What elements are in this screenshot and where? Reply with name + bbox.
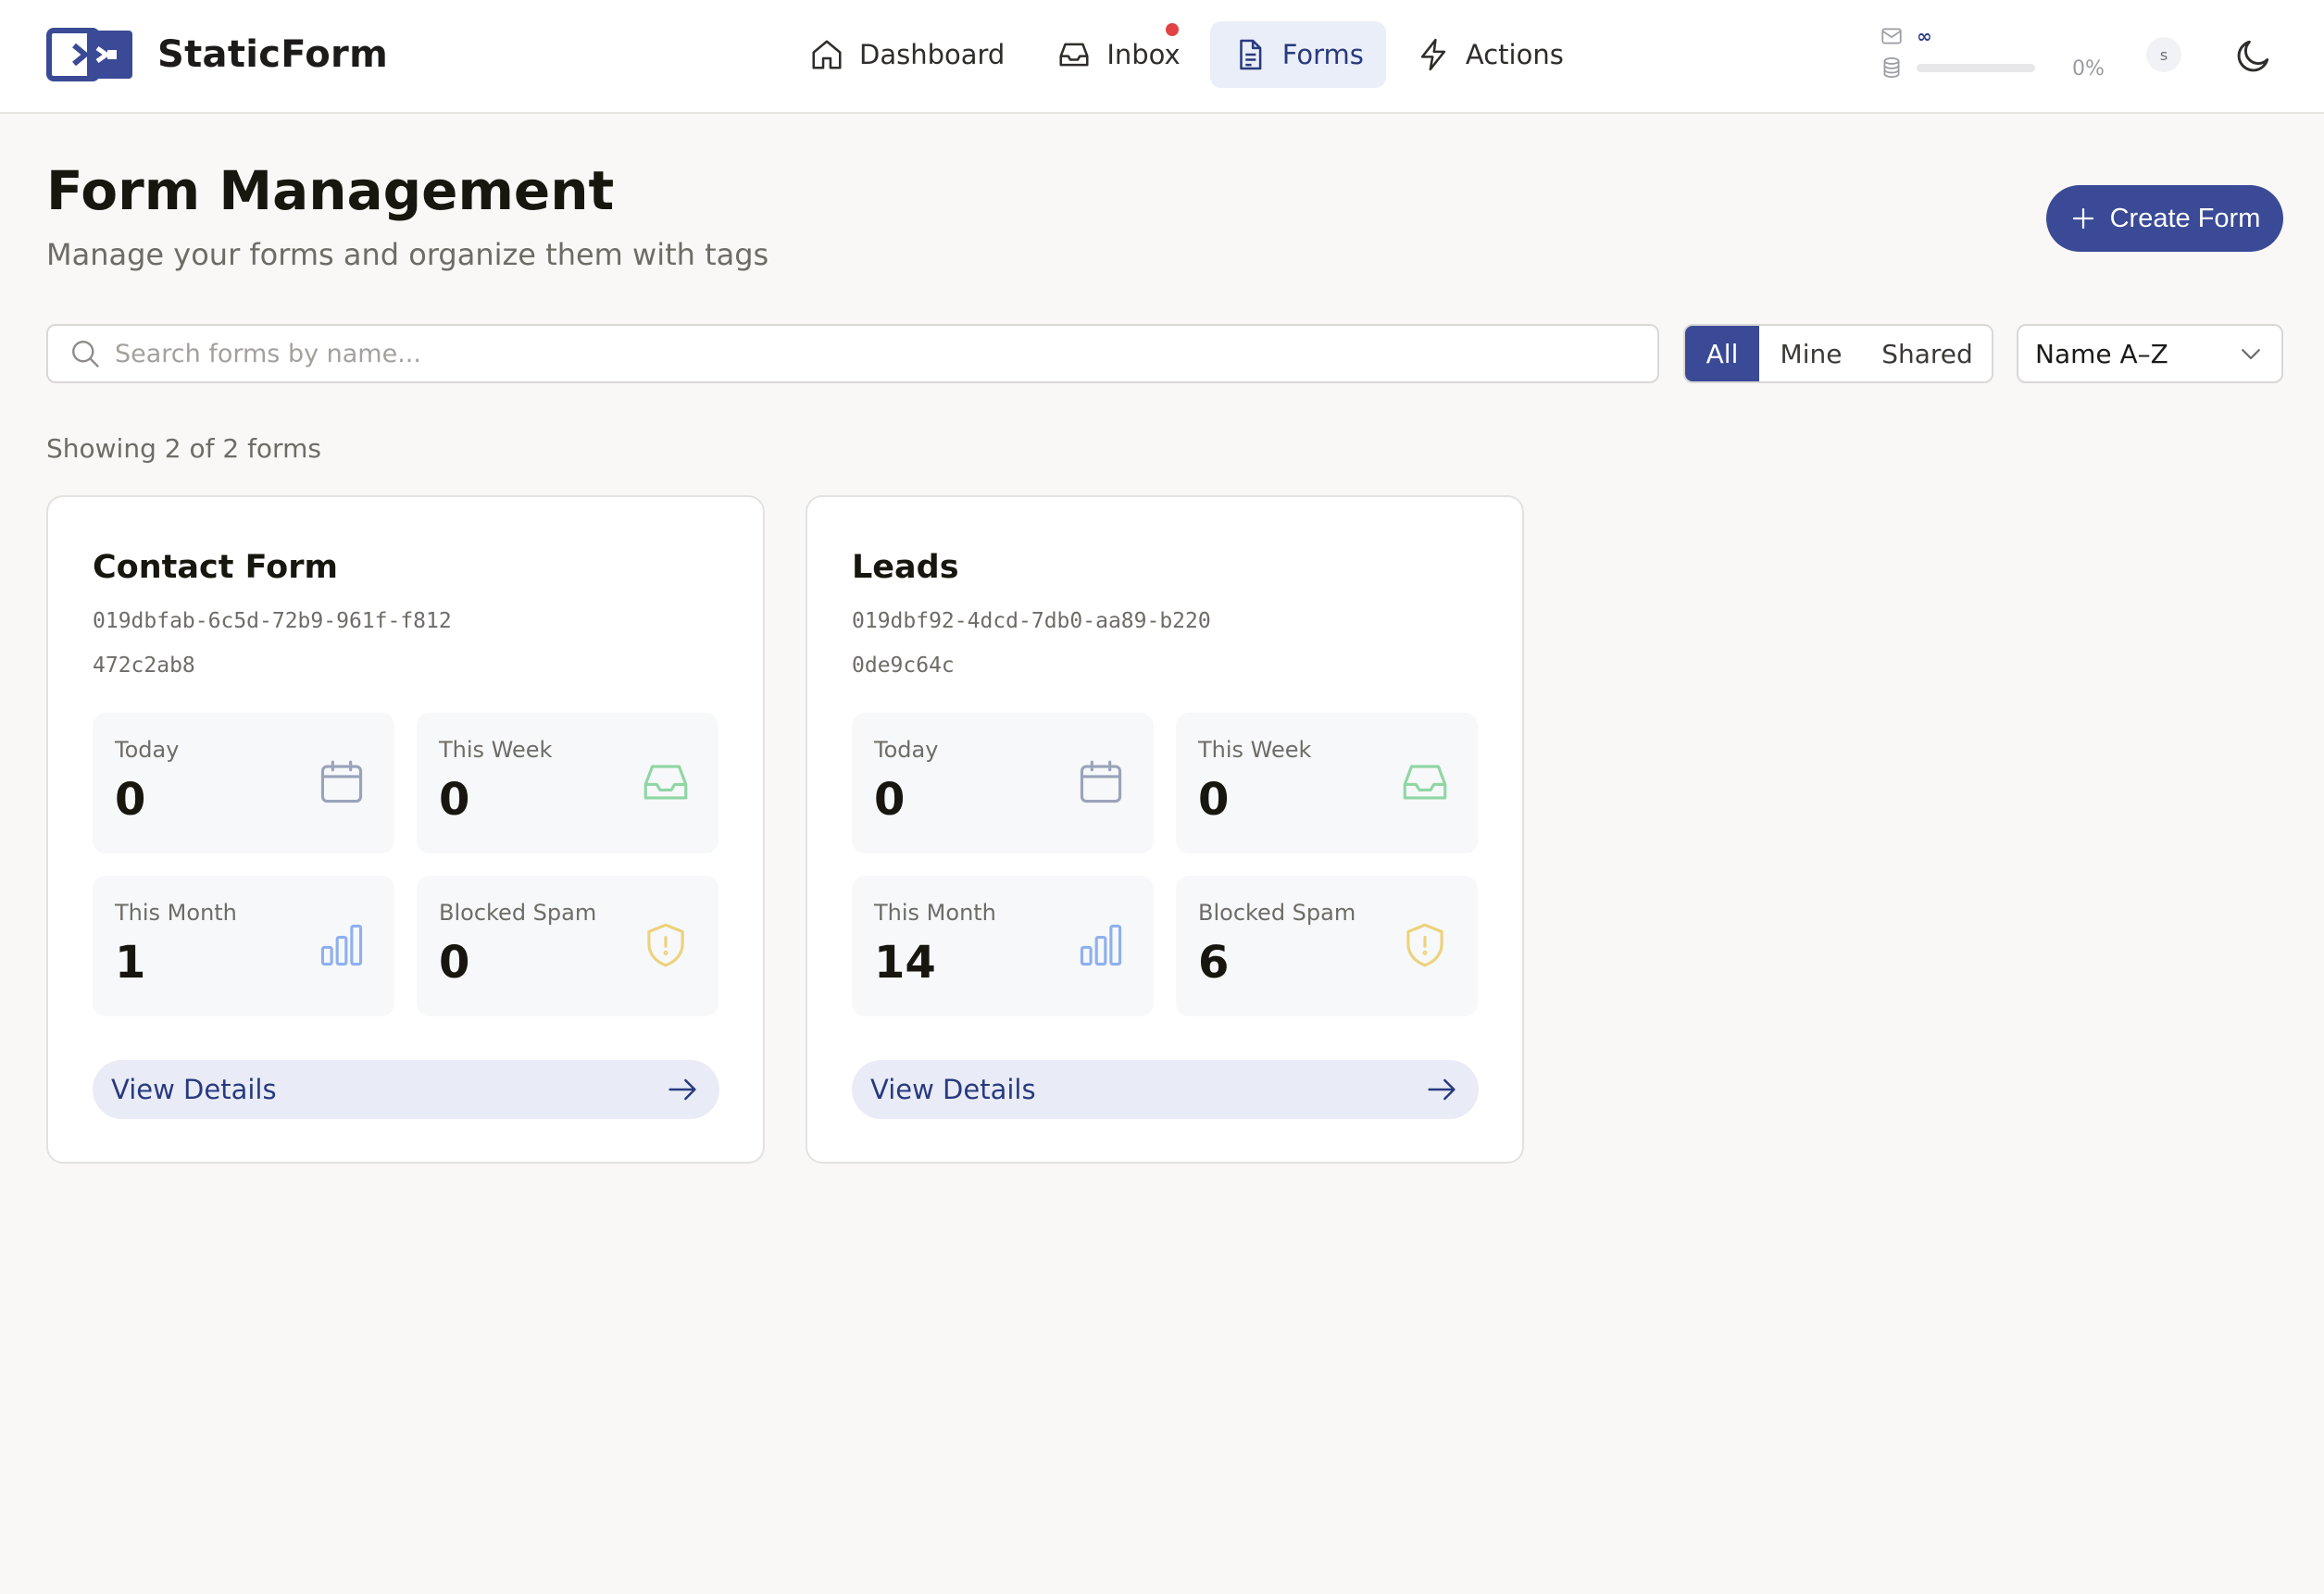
- storage-usage: [1880, 56, 2035, 80]
- home-icon: [812, 40, 842, 69]
- nav-item-label: Forms: [1281, 39, 1364, 70]
- lightning-icon: [1420, 38, 1446, 71]
- chevron-down-icon: [2242, 349, 2260, 360]
- stat-value: 14: [874, 937, 936, 989]
- mail-icon: [1881, 28, 1902, 44]
- search-box: [46, 324, 1659, 383]
- view-details-label: View Details: [111, 1074, 277, 1105]
- inbox-icon: [1403, 765, 1447, 800]
- scope-filter: All Mine Shared: [1683, 324, 1993, 383]
- stat-this-month: This Month 1: [93, 876, 394, 1016]
- view-details-button[interactable]: View Details: [852, 1060, 1479, 1119]
- nav-item-label: Actions: [1465, 39, 1564, 70]
- nav-item-dashboard[interactable]: Dashboard: [787, 21, 1027, 88]
- create-form-button[interactable]: Create Form: [2046, 185, 2283, 252]
- create-form-label: Create Form: [2109, 203, 2261, 233]
- inbox-icon: [1059, 43, 1089, 67]
- brand-name: StaticForm: [157, 33, 389, 76]
- stat-value: 0: [115, 774, 146, 826]
- search-input[interactable]: [115, 339, 1596, 368]
- form-name: Leads: [852, 549, 959, 586]
- stat-label: This Week: [439, 737, 553, 763]
- view-details-label: View Details: [870, 1074, 1036, 1105]
- bar-chart-icon: [1080, 924, 1122, 966]
- nav-item-forms[interactable]: Forms: [1209, 21, 1386, 88]
- stat-blocked-spam: Blocked Spam 6: [1176, 876, 1478, 1016]
- inbox-icon: [643, 765, 688, 800]
- file-icon: [1239, 39, 1262, 70]
- calendar-icon: [320, 760, 363, 803]
- top-navigation-bar: StaticForm Dashboard Inbox Forms Actions…: [0, 0, 2324, 114]
- scope-shared[interactable]: Shared: [1863, 326, 1992, 381]
- staticform-logo-icon: [46, 28, 132, 81]
- form-card: Contact Form 019dbfab-6c5d-72b9-961f-f81…: [46, 495, 765, 1164]
- sort-value: Name A–Z: [2035, 338, 2168, 369]
- shield-alert-icon: [647, 923, 684, 967]
- shield-alert-icon: [1406, 923, 1443, 967]
- database-icon: [1883, 57, 1900, 78]
- nav-item-inbox[interactable]: Inbox: [1034, 21, 1202, 88]
- stat-label: Blocked Spam: [1198, 900, 1356, 926]
- stat-value: 0: [439, 937, 470, 989]
- stat-today: Today 0: [852, 713, 1154, 853]
- scope-mine[interactable]: Mine: [1759, 326, 1863, 381]
- main-nav: Dashboard Inbox Forms Actions: [787, 21, 1593, 88]
- stat-value: 0: [874, 774, 906, 826]
- arrow-right-icon: [1428, 1078, 1456, 1101]
- form-id: 019dbfab-6c5d-72b9-961f-f812472c2ab8: [93, 609, 452, 678]
- form-id: 019dbf92-4dcd-7db0-aa89-b2200de9c64c: [852, 609, 1211, 678]
- sort-select[interactable]: Name A–Z: [2017, 324, 2283, 383]
- stat-label: Today: [874, 737, 939, 763]
- form-card: Leads 019dbf92-4dcd-7db0-aa89-b2200de9c6…: [806, 495, 1524, 1164]
- submission-usage: ∞: [1880, 24, 1932, 48]
- stat-label: Blocked Spam: [439, 900, 597, 926]
- notification-dot: [1165, 23, 1179, 36]
- submission-limit: ∞: [1917, 25, 1932, 47]
- stat-label: Today: [115, 737, 180, 763]
- moon-icon[interactable]: [2233, 35, 2274, 76]
- brand[interactable]: StaticForm: [46, 28, 388, 81]
- scope-all[interactable]: All: [1685, 326, 1759, 381]
- stat-value: 6: [1198, 937, 1230, 989]
- stat-this-month: This Month 14: [852, 876, 1154, 1016]
- stat-value: 0: [439, 774, 470, 826]
- nav-item-actions[interactable]: Actions: [1393, 21, 1586, 88]
- storage-progress-bar: [1917, 63, 2035, 72]
- avatar[interactable]: s: [2146, 37, 2181, 72]
- stat-blocked-spam: Blocked Spam 0: [417, 876, 718, 1016]
- stat-this-week: This Week 0: [1176, 713, 1478, 853]
- stat-value: 1: [115, 937, 146, 989]
- bar-chart-icon: [320, 924, 363, 966]
- page-title: Form Management: [46, 159, 615, 222]
- view-details-button[interactable]: View Details: [93, 1060, 719, 1119]
- stat-today: Today 0: [93, 713, 394, 853]
- stat-value: 0: [1198, 774, 1230, 826]
- search-icon: [72, 341, 99, 367]
- plus-icon: [2072, 207, 2093, 230]
- results-count: Showing 2 of 2 forms: [46, 433, 321, 464]
- calendar-icon: [1080, 760, 1122, 803]
- storage-percent: 0%: [2072, 57, 2105, 81]
- stat-this-week: This Week 0: [417, 713, 718, 853]
- stat-label: This Month: [115, 900, 237, 926]
- stat-label: This Week: [1198, 737, 1312, 763]
- form-name: Contact Form: [93, 549, 338, 586]
- page-subtitle: Manage your forms and organize them with…: [46, 237, 769, 272]
- nav-item-label: Inbox: [1106, 39, 1181, 70]
- nav-item-label: Dashboard: [859, 39, 1006, 70]
- stat-label: This Month: [874, 900, 996, 926]
- arrow-right-icon: [668, 1078, 696, 1101]
- usage-meter: ∞ 0%: [1880, 24, 2111, 85]
